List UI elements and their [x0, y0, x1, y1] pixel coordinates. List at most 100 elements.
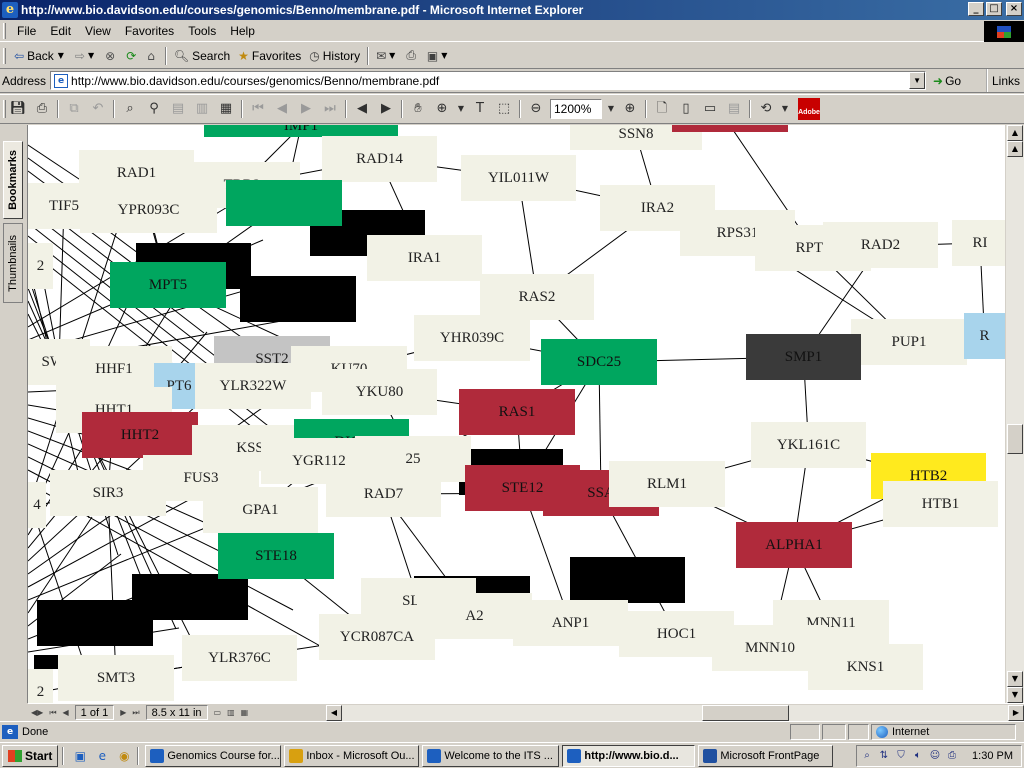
outlook-quicklaunch-icon[interactable]: ◉ [115, 747, 133, 765]
mail-dropdown-icon[interactable]: ▼ [389, 51, 395, 60]
go-forward-icon[interactable]: ▶ [375, 98, 397, 120]
print-pdf-icon[interactable]: ⎙ [31, 98, 53, 120]
edit-dropdown-icon[interactable]: ▼ [441, 51, 447, 60]
fit-page-icon[interactable]: ▯ [675, 98, 697, 120]
scroll-down-small-icon[interactable]: ▼ [1007, 671, 1023, 687]
zoom-dropdown-icon[interactable]: ▼ [605, 98, 617, 120]
continuous-icon[interactable]: ▥ [224, 708, 238, 717]
task-genomics[interactable]: Genomics Course for... [145, 744, 282, 767]
undo-icon[interactable]: ↶ [87, 98, 109, 120]
nav-toggle-icon[interactable]: ◀▶ [28, 708, 46, 717]
show-desktop-icon[interactable]: ▣ [71, 747, 89, 765]
network-tray-icon[interactable]: ⇅ [877, 749, 891, 763]
last-page-small-icon[interactable]: ⏭ [129, 708, 142, 718]
horizontal-scrollbar[interactable]: ◀ ▶ [326, 705, 1024, 721]
next-highlight-icon[interactable]: ▥ [191, 98, 213, 120]
forward-dropdown-icon[interactable]: ▼ [88, 51, 94, 60]
pdf-document-view[interactable]: IMP1SSN8RAD1RAD14TRR2YIL011WTIF5YPR093CI… [28, 125, 1005, 703]
actual-size-icon[interactable]: 🗋︎ [651, 98, 673, 120]
scroll-up-small-icon[interactable]: ▲ [1007, 141, 1023, 157]
address-input[interactable]: e http://www.bio.davidson.edu/courses/ge… [50, 71, 927, 90]
task-frontpage[interactable]: Microsoft FrontPage [698, 744, 834, 767]
home-button[interactable]: ⌂ [143, 45, 162, 67]
vertical-scrollbar[interactable]: ▲ ▲ ▼ ▼ [1005, 125, 1024, 703]
history-button[interactable]: ◷ History [305, 45, 364, 67]
menu-favorites[interactable]: Favorites [118, 24, 181, 38]
menu-file[interactable]: File [10, 24, 43, 38]
search-results-icon[interactable]: ▤ [167, 98, 189, 120]
single-page-icon[interactable]: ▭ [211, 708, 225, 717]
ie-quicklaunch-icon[interactable]: e [93, 747, 111, 765]
print-button[interactable]: ⎙ [402, 45, 423, 67]
stop-button[interactable]: ⊗ [101, 45, 122, 67]
menu-tools[interactable]: Tools [181, 24, 223, 38]
favorites-button[interactable]: ★ Favorites [234, 45, 305, 67]
previous-page-icon[interactable]: ◀ [271, 98, 293, 120]
network-node-label: IRA1 [407, 249, 442, 266]
page-number-box[interactable]: 1 of 1 [74, 705, 115, 720]
printer-tray-icon[interactable]: ⎙ [945, 749, 959, 763]
prev-page-small-icon[interactable]: ◀ [60, 708, 72, 717]
shield-tray-icon[interactable]: ⛉ [894, 749, 908, 763]
search-button[interactable]: 🔍︎ Search [170, 45, 234, 67]
links-button[interactable]: Links [985, 69, 1024, 92]
search-pdf-icon[interactable]: ⚲ [143, 98, 165, 120]
minimize-button[interactable]: _ [968, 2, 984, 16]
menu-view[interactable]: View [78, 24, 118, 38]
search-tray-icon[interactable]: ⌕ [860, 749, 874, 763]
first-page-small-icon[interactable]: ⏮ [46, 708, 59, 718]
menu-edit[interactable]: Edit [43, 24, 78, 38]
go-back-icon[interactable]: ◀ [351, 98, 373, 120]
messenger-tray-icon[interactable]: ☺ [928, 749, 942, 763]
reflow-icon[interactable]: ▤ [723, 98, 745, 120]
volume-tray-icon[interactable]: 🔈︎ [911, 749, 925, 763]
zoom-input[interactable]: 1200% [550, 99, 602, 119]
mail-button[interactable]: ✉ ▼ [372, 45, 402, 67]
clock[interactable]: 1:30 PM [972, 750, 1013, 762]
start-button[interactable]: Start [2, 744, 59, 767]
task-its[interactable]: Welcome to the ITS ... [422, 744, 560, 767]
find-icon[interactable]: ⌕ [119, 98, 141, 120]
graphics-select-icon[interactable]: ⬚ [493, 98, 515, 120]
text-select-icon[interactable]: T [469, 98, 491, 120]
task-inbox[interactable]: Inbox - Microsoft Ou... [284, 744, 420, 767]
scroll-up-icon[interactable]: ▲ [1007, 125, 1023, 141]
back-button[interactable]: ⇦ Back ▼ [10, 45, 71, 67]
task-bio-pdf[interactable]: http://www.bio.d... [562, 744, 696, 767]
menu-help[interactable]: Help [223, 24, 262, 38]
scroll-right-icon[interactable]: ▶ [1008, 705, 1024, 721]
scroll-down-icon[interactable]: ▼ [1007, 687, 1023, 703]
fit-width-icon[interactable]: ▭ [699, 98, 721, 120]
go-button[interactable]: ➜ Go [930, 74, 964, 88]
zoom-out-icon[interactable]: ⊖ [525, 98, 547, 120]
tab-thumbnails[interactable]: Thumbnails [3, 223, 23, 303]
save-icon[interactable]: 💾︎ [7, 98, 29, 120]
zoom-tool-icon[interactable]: ⊕ [431, 98, 453, 120]
copy-icon[interactable]: ⧉ [63, 98, 85, 120]
maximize-button[interactable]: □ [986, 2, 1002, 16]
rotate-dropdown-icon[interactable]: ▼ [779, 98, 791, 120]
refresh-button[interactable]: ⟳ [122, 45, 143, 67]
close-button[interactable]: × [1006, 2, 1022, 16]
scroll-left-icon[interactable]: ◀ [326, 705, 342, 721]
next-page-icon[interactable]: ▶ [295, 98, 317, 120]
next-page-small-icon[interactable]: ▶ [117, 708, 129, 717]
back-dropdown-icon[interactable]: ▼ [58, 51, 64, 60]
edit-button[interactable]: ▣ ▼ [423, 45, 455, 67]
first-page-icon[interactable]: ⏮ [247, 98, 269, 120]
horizontal-scroll-thumb[interactable] [702, 705, 789, 721]
adobe-logo[interactable]: Adobe [798, 98, 820, 120]
zoom-in-icon[interactable]: ⊕ [619, 98, 641, 120]
network-node: YLR322W [195, 363, 311, 409]
hand-tool-icon[interactable]: ✋︎ [407, 98, 429, 120]
last-page-icon[interactable]: ⏭ [319, 98, 341, 120]
vertical-scroll-thumb[interactable] [1007, 424, 1023, 454]
address-dropdown-icon[interactable]: ▼ [909, 72, 926, 89]
tab-bookmarks[interactable]: Bookmarks [3, 141, 23, 219]
address-url[interactable]: http://www.bio.davidson.edu/courses/geno… [71, 74, 439, 88]
rotate-view-icon[interactable]: ⟲ [755, 98, 777, 120]
facing-icon[interactable]: ▦ [238, 708, 252, 717]
show-navigation-pane-icon[interactable]: ▦ [215, 98, 237, 120]
zoom-tool-dropdown-icon[interactable]: ▼ [455, 98, 467, 120]
forward-button[interactable]: ⇨ ▼ [71, 45, 101, 67]
